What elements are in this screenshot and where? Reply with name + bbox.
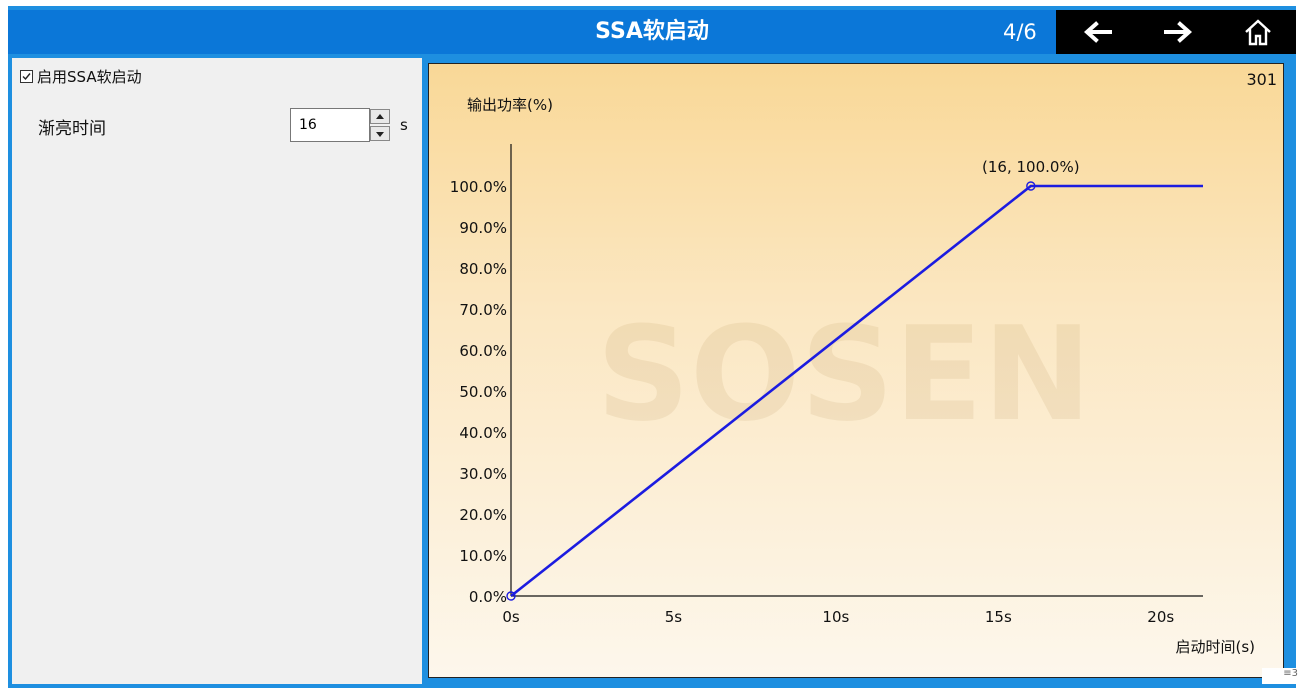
x-tick-label: 10s — [822, 608, 849, 626]
y-tick-label: 50.0% — [459, 383, 507, 401]
page-indicator: 4/6 — [1003, 20, 1037, 44]
title-bar: SSA软启动 4/6 — [8, 10, 1296, 54]
enable-ssa-row: 启用SSA软启动 — [20, 66, 142, 87]
enable-ssa-label: 启用SSA软启动 — [37, 68, 142, 86]
y-tick-label: 0.0% — [469, 588, 507, 606]
enable-ssa-checkbox[interactable] — [20, 70, 33, 83]
y-tick-labels: 0.0% 10.0% 20.0% 30.0% 40.0% 50.0% 60.0% 70.0% 8… — [450, 178, 507, 606]
stepper-buttons — [370, 108, 392, 142]
ramp-time-input[interactable]: 16 — [290, 108, 370, 142]
watermark-text: SOSEN — [596, 298, 1091, 450]
nav-bar — [1056, 10, 1296, 54]
ramp-chart: 301 SOSEN 0.0% 10.0% 20.0% 30.0% 40.0% 50.0% 6… — [428, 63, 1284, 678]
y-tick-label: 20.0% — [459, 506, 507, 524]
back-button[interactable] — [1068, 10, 1128, 54]
home-button[interactable] — [1228, 10, 1288, 54]
x-axis-label: 启动时间(s) — [1175, 638, 1255, 656]
checkmark-icon — [22, 73, 31, 81]
y-tick-label: 60.0% — [459, 342, 507, 360]
home-icon — [1245, 19, 1271, 46]
ramp-time-unit: s — [400, 116, 408, 134]
x-tick-labels: 0s 5s 10s 15s 20s — [502, 608, 1174, 626]
y-tick-label: 70.0% — [459, 301, 507, 319]
arrow-left-icon — [1083, 21, 1112, 43]
y-tick-label: 90.0% — [459, 219, 507, 237]
y-tick-label: 30.0% — [459, 465, 507, 483]
ramp-time-label: 渐亮时间 — [38, 119, 106, 139]
resize-grip-icon: ≡3 — [1262, 668, 1298, 684]
y-tick-label: 40.0% — [459, 424, 507, 442]
y-tick-label: 80.0% — [459, 260, 507, 278]
caret-down-icon — [376, 131, 384, 137]
y-tick-label: 100.0% — [450, 178, 507, 196]
x-tick-label: 0s — [502, 608, 520, 626]
caret-up-icon — [376, 113, 384, 119]
ramp-time-stepper: 16 s — [290, 108, 408, 144]
decrement-button[interactable] — [370, 126, 390, 141]
x-tick-label: 5s — [665, 608, 683, 626]
data-point-label: (16, 100.0%) — [982, 158, 1080, 176]
x-tick-label: 15s — [985, 608, 1012, 626]
arrow-right-icon — [1164, 21, 1193, 43]
y-tick-label: 10.0% — [459, 547, 507, 565]
increment-button[interactable] — [370, 109, 390, 124]
forward-button[interactable] — [1148, 10, 1208, 54]
y-axis-label: 输出功率(%) — [467, 96, 553, 114]
chart-svg: SOSEN 0.0% 10.0% 20.0% 30.0% 40.0% 50.0% 60.0%… — [450, 96, 1255, 656]
settings-panel: 启用SSA软启动 渐亮时间 16 s — [12, 58, 422, 684]
x-tick-label: 20s — [1147, 608, 1174, 626]
